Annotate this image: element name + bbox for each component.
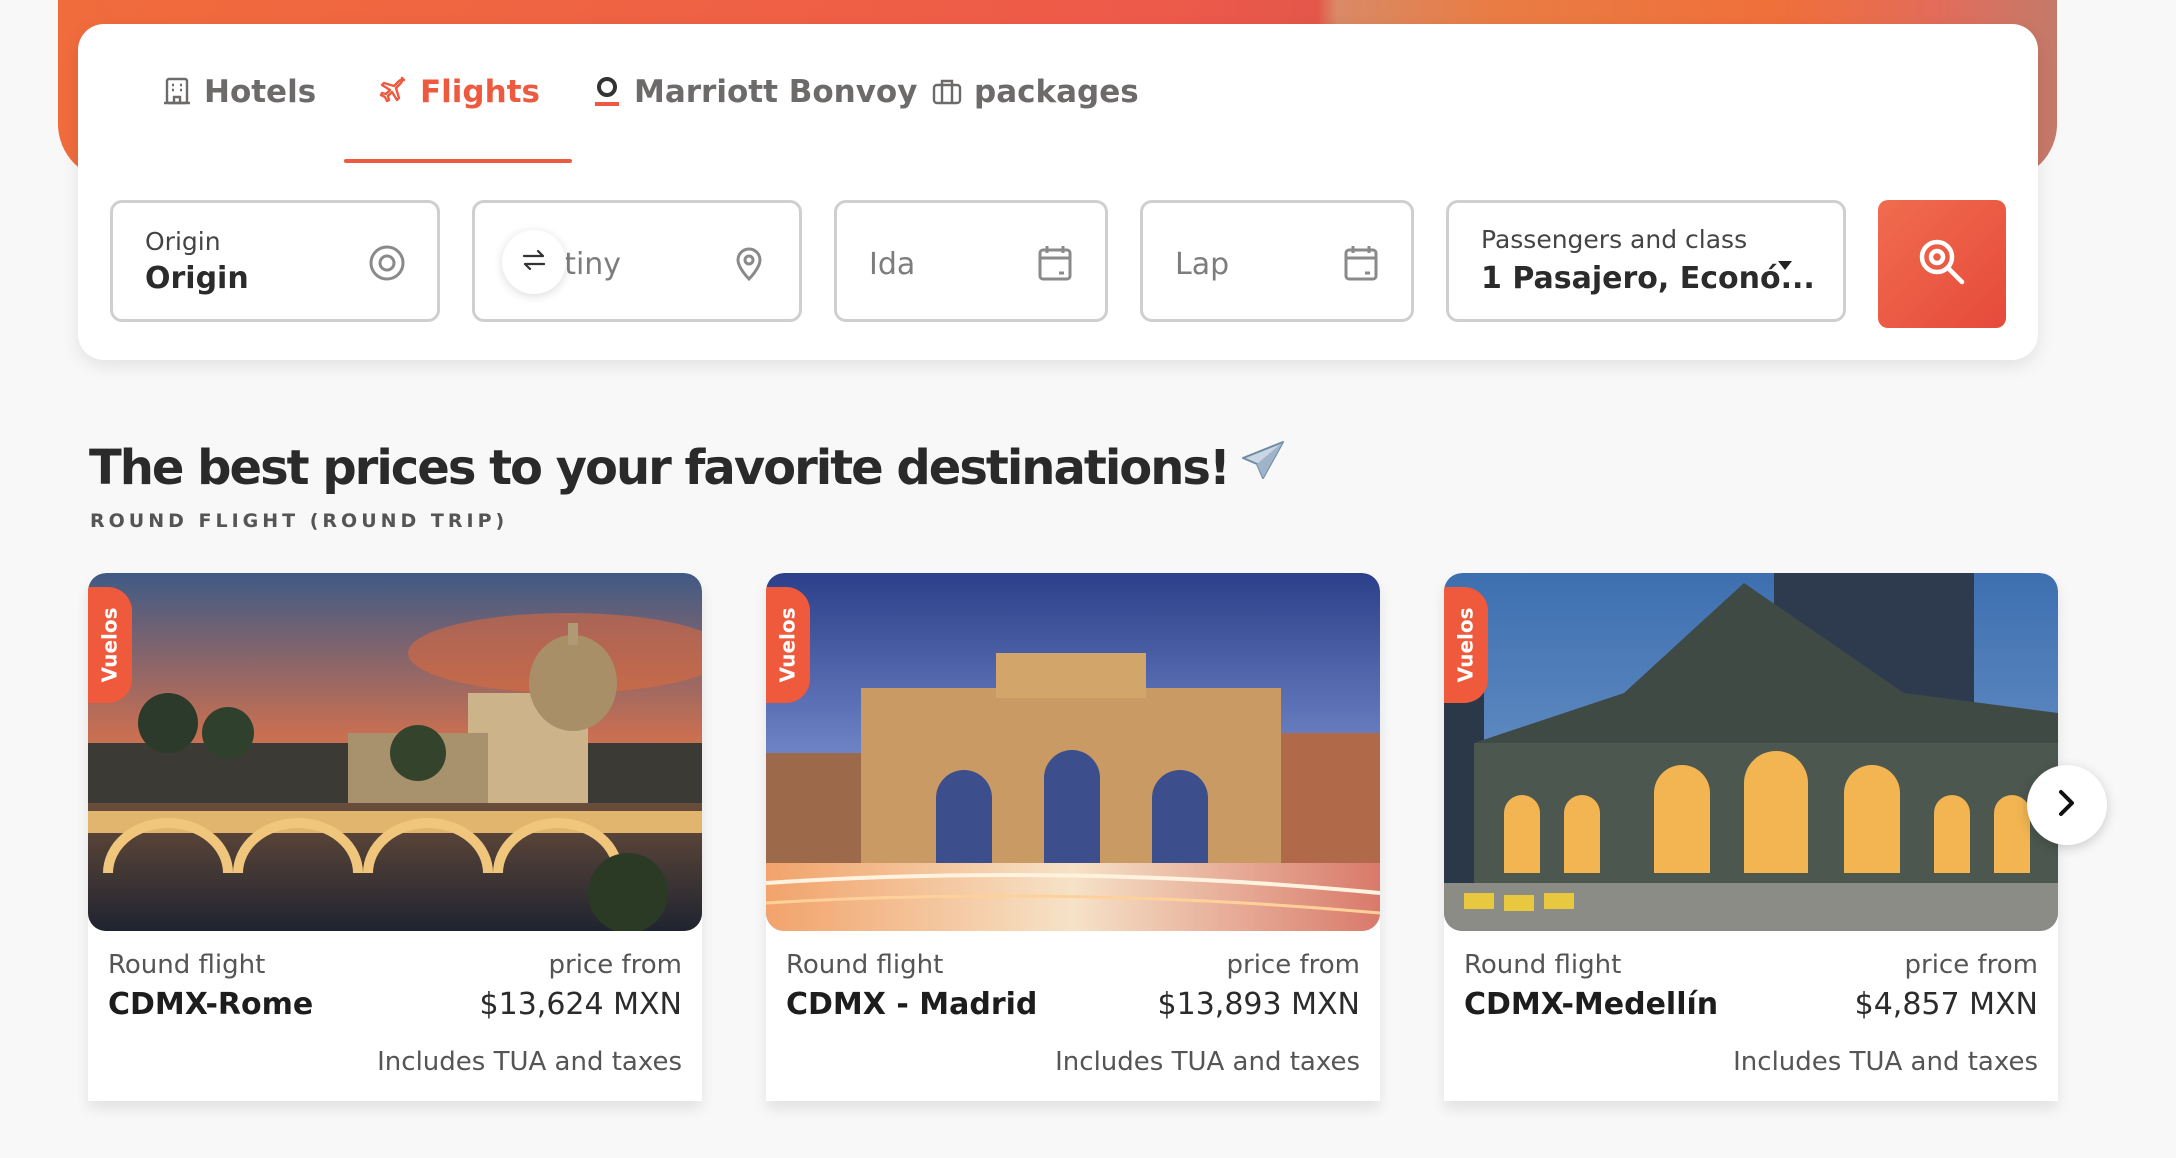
passengers-select[interactable]: Passengers and class 1 Pasajero, Econó..… [1446,200,1846,322]
calendar-icon [1341,243,1381,283]
flights-badge: Vuelos [1444,587,1488,703]
caret-down-icon [1777,257,1793,276]
search-button[interactable] [1878,200,2006,328]
destination-card-madrid[interactable]: Vuelos Round flight CDMX - Madrid price … [766,573,1380,1101]
return-date-field[interactable]: Lap [1140,200,1414,322]
lap-placeholder: Lap [1175,247,1230,282]
plane-icon [376,74,410,108]
passengers-label: Passengers and class [1481,225,1748,254]
card-route: CDMX-Medellín [1464,987,1719,1022]
card-price-label: price from [548,950,682,980]
card-taxes-note: Includes TUA and taxes [1733,1047,2038,1077]
card-price: $13,624 MXN [479,987,682,1022]
airplane-icon [1239,438,1287,498]
card-route: CDMX - Madrid [786,987,1038,1022]
card-price: $13,893 MXN [1157,987,1360,1022]
suitcase-icon [930,74,964,108]
bonvoy-icon [590,74,624,108]
location-pin-icon [729,243,769,283]
tab-packages-label: packages [974,74,1139,110]
rome-photo [88,573,702,931]
tab-marriott-bonvoy-label: Marriott Bonvoy [634,74,918,110]
card-price: $4,857 MXN [1854,987,2038,1022]
search-tabs: Hotels Flights Marriott Bonvoy packages [78,24,2038,164]
section-title-text: The best prices to your favorite destina… [89,440,1231,496]
card-taxes-note: Includes TUA and taxes [377,1047,682,1077]
origin-value: Origin [145,261,249,296]
destination-card-medellin[interactable]: Vuelos Round flight CDMX-Medellín price … [1444,573,2058,1101]
target-icon [367,243,407,283]
card-kind: Round flight [108,950,266,980]
tab-hotels-label: Hotels [204,74,317,110]
hotel-icon [160,74,194,108]
madrid-photo [766,573,1380,931]
section-subtitle: ROUND FLIGHT (ROUND TRIP) [90,510,509,532]
flights-badge: Vuelos [88,587,132,703]
tab-packages[interactable]: packages [930,74,1139,164]
card-price-label: price from [1226,950,1360,980]
card-price-label: price from [1904,950,2038,980]
chevron-right-icon [2056,788,2078,822]
carousel-next-button[interactable] [2027,765,2107,845]
card-kind: Round flight [1464,950,1622,980]
ida-placeholder: Ida [869,247,916,282]
card-taxes-note: Includes TUA and taxes [1055,1047,1360,1077]
departure-date-field[interactable]: Ida [834,200,1108,322]
origin-field[interactable]: Origin Origin [110,200,440,322]
tab-flights-label: Flights [420,74,540,110]
passengers-value: 1 Pasajero, Econó... [1481,261,1815,296]
origin-label: Origin [145,227,221,256]
swap-arrows-icon [521,249,547,275]
flights-badge: Vuelos [766,587,810,703]
calendar-icon [1035,243,1075,283]
destination-card-rome[interactable]: Vuelos Round flight CDMX-Rome price from… [88,573,702,1101]
search-panel: Hotels Flights Marriott Bonvoy packages … [78,24,2038,360]
medellin-photo [1444,573,2058,931]
card-kind: Round flight [786,950,944,980]
section-title: The best prices to your favorite destina… [89,438,1287,498]
search-icon [1916,236,1968,292]
card-route: CDMX-Rome [108,987,314,1022]
tab-flights[interactable]: Flights [344,74,572,164]
tab-marriott-bonvoy[interactable]: Marriott Bonvoy [590,74,917,164]
tab-hotels[interactable]: Hotels [160,74,316,164]
swap-button[interactable] [502,230,566,294]
